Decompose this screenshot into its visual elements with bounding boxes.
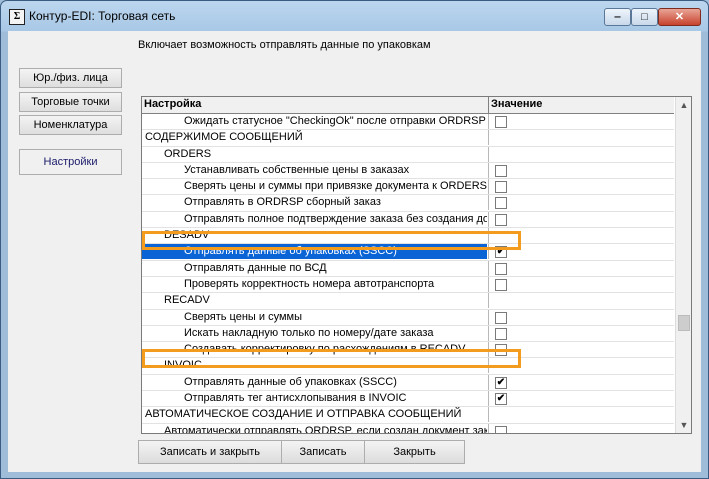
minimize-button[interactable]: ‒ bbox=[604, 8, 631, 26]
setting-label: Отправлять полное подтверждение заказа б… bbox=[184, 212, 487, 225]
checkbox[interactable] bbox=[495, 425, 507, 433]
minimize-icon: ‒ bbox=[614, 11, 621, 23]
table-row[interactable]: Устанавливать собственные цены в заказах bbox=[142, 162, 675, 180]
setting-label: Отправлять тег антисхлопывания в INVOIC bbox=[184, 392, 407, 405]
table-row[interactable]: Ожидать статусное "CheckingOk" после отп… bbox=[142, 114, 675, 131]
checkbox-checked[interactable]: ✔ bbox=[495, 376, 507, 389]
setting-label: Сверять цены и суммы при привязке докуме… bbox=[184, 180, 487, 193]
scroll-down-icon[interactable]: ▼ bbox=[676, 417, 691, 433]
nav-legal-entities-button[interactable]: Юр./физ. лица bbox=[19, 68, 122, 88]
checkbox[interactable] bbox=[495, 164, 507, 177]
value-cell bbox=[488, 309, 675, 325]
close-icon: ✕ bbox=[674, 11, 685, 23]
highlight-outline-desadv-sscc bbox=[142, 231, 521, 250]
nav-retail-points-button[interactable]: Торговые точки bbox=[19, 92, 122, 112]
setting-description: Включает возможность отправлять данные п… bbox=[138, 39, 431, 51]
checkbox[interactable] bbox=[495, 278, 507, 291]
maximize-icon: □ bbox=[641, 11, 648, 23]
nav-settings-button[interactable]: Настройки bbox=[19, 149, 122, 175]
scroll-up-icon[interactable]: ▲ bbox=[676, 97, 691, 113]
setting-label: RECADV bbox=[164, 294, 210, 307]
settings-grid: Настройка Значение Ожидать статусное "Ch… bbox=[141, 96, 692, 434]
scroll-thumb[interactable] bbox=[678, 315, 690, 331]
value-cell: ✔ bbox=[488, 391, 675, 407]
setting-label: СОДЕРЖИМОЕ СООБЩЕНИЙ bbox=[145, 131, 303, 144]
table-row[interactable]: Автоматически отправлять ORDRSP, если со… bbox=[142, 423, 675, 434]
close-button[interactable]: Закрыть bbox=[364, 440, 465, 464]
table-row[interactable]: Искать накладную только по номеру/дате з… bbox=[142, 325, 675, 343]
client-area: Включает возможность отправлять данные п… bbox=[8, 31, 701, 472]
value-cell: ✔ bbox=[488, 374, 675, 390]
value-cell bbox=[488, 325, 675, 341]
column-header-value[interactable]: Значение bbox=[491, 98, 542, 110]
checkbox[interactable] bbox=[495, 213, 507, 226]
table-row[interactable]: СОДЕРЖИМОЕ СООБЩЕНИЙ bbox=[142, 130, 675, 147]
setting-label: АВТОМАТИЧЕСКОЕ СОЗДАНИЕ И ОТПРАВКА СООБЩ… bbox=[145, 408, 462, 421]
value-cell bbox=[488, 195, 675, 211]
table-row[interactable]: ORDERS bbox=[142, 146, 675, 163]
checkbox-checked[interactable]: ✔ bbox=[495, 393, 507, 406]
checkbox[interactable] bbox=[495, 311, 507, 324]
setting-label: Автоматически отправлять ORDRSP, если со… bbox=[164, 424, 487, 434]
value-cell bbox=[488, 211, 675, 227]
close-window-button[interactable]: ✕ bbox=[658, 8, 701, 26]
setting-label: Отправлять в ORDRSP сборный заказ bbox=[184, 196, 381, 209]
maximize-button[interactable]: □ bbox=[631, 8, 658, 26]
window-title: Контур-EDI: Торговая сеть bbox=[29, 9, 176, 23]
save-and-close-button[interactable]: Записать и закрыть bbox=[138, 440, 282, 464]
table-row[interactable]: Проверять корректность номера автотрансп… bbox=[142, 276, 675, 294]
title-bar[interactable]: Σ Контур-EDI: Торговая сеть ‒ □ ✕ bbox=[1, 1, 708, 31]
table-row[interactable]: Отправлять в ORDRSP сборный заказ bbox=[142, 195, 675, 212]
setting-label: Отправлять данные об упаковках (SSCC) bbox=[184, 375, 397, 388]
table-row[interactable]: Отправлять полное подтверждение заказа б… bbox=[142, 211, 675, 229]
value-cell bbox=[488, 179, 675, 195]
table-row[interactable]: Отправлять тег антисхлопывания в INVOIC ✔ bbox=[142, 391, 675, 408]
table-row[interactable]: АВТОМАТИЧЕСКОЕ СОЗДАНИЕ И ОТПРАВКА СООБЩ… bbox=[142, 407, 675, 424]
table-row[interactable]: Отправлять данные по ВСД bbox=[142, 260, 675, 277]
value-cell bbox=[488, 293, 675, 309]
app-window: Σ Контур-EDI: Торговая сеть ‒ □ ✕ Включа… bbox=[0, 0, 709, 479]
nav-nomenclature-button[interactable]: Номенклатура bbox=[19, 115, 122, 135]
setting-label: ORDERS bbox=[164, 147, 212, 160]
setting-label: Устанавливать собственные цены в заказах bbox=[184, 163, 410, 176]
checkbox[interactable] bbox=[495, 116, 507, 128]
value-cell bbox=[488, 276, 675, 292]
setting-label: Ожидать статусное "CheckingOk" после отп… bbox=[184, 115, 486, 127]
grid-header: Настройка Значение bbox=[142, 97, 674, 114]
setting-label: Отправлять данные по ВСД bbox=[184, 261, 327, 274]
highlight-outline-invoic-sscc bbox=[142, 349, 521, 368]
vertical-scrollbar[interactable]: ▲ ▼ bbox=[675, 97, 691, 433]
setting-label: Искать накладную только по номеру/дате з… bbox=[184, 326, 434, 339]
checkbox[interactable] bbox=[495, 181, 507, 194]
column-header-setting[interactable]: Настройка bbox=[144, 98, 487, 110]
checkbox[interactable] bbox=[495, 197, 507, 210]
checkbox[interactable] bbox=[495, 327, 507, 340]
grid-rows: Ожидать статусное "CheckingOk" после отп… bbox=[142, 114, 675, 434]
setting-label: Проверять корректность номера автотрансп… bbox=[184, 277, 435, 290]
value-cell bbox=[488, 407, 675, 423]
value-cell bbox=[488, 114, 675, 129]
column-divider[interactable] bbox=[488, 97, 489, 113]
table-row[interactable]: Сверять цены и суммы при привязке докуме… bbox=[142, 179, 675, 196]
table-row[interactable]: Отправлять данные об упаковках (SSCC) ✔ bbox=[142, 374, 675, 392]
value-cell bbox=[488, 130, 675, 146]
value-cell bbox=[488, 423, 675, 433]
app-icon: Σ bbox=[9, 9, 25, 25]
setting-label: Сверять цены и суммы bbox=[184, 310, 302, 323]
table-row[interactable]: Сверять цены и суммы bbox=[142, 309, 675, 326]
save-button[interactable]: Записать bbox=[281, 440, 365, 464]
table-row[interactable]: RECADV bbox=[142, 293, 675, 310]
value-cell bbox=[488, 146, 675, 162]
value-cell bbox=[488, 162, 675, 178]
value-cell bbox=[488, 260, 675, 276]
checkbox[interactable] bbox=[495, 262, 507, 275]
